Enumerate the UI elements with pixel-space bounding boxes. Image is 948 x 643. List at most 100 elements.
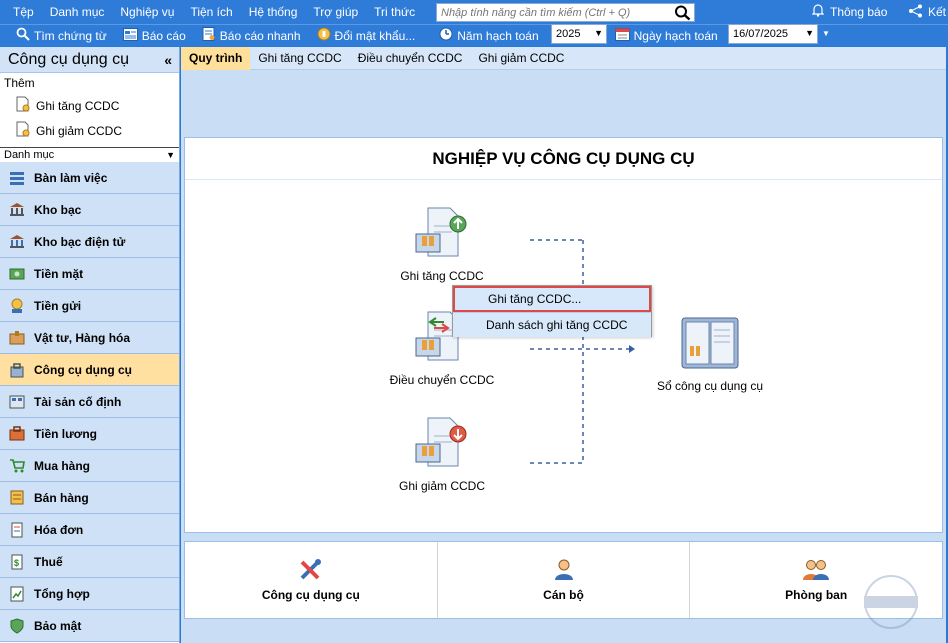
tab-transfer[interactable]: Điều chuyển CCDC bbox=[350, 47, 471, 70]
sidebar-item-tax[interactable]: $ Thuế bbox=[0, 546, 179, 578]
chevron-down-icon[interactable]: ▼ bbox=[805, 28, 814, 38]
bottom-panel: Công cụ dụng cụ Cán bộ Phòng ban bbox=[184, 541, 943, 619]
menu-operations[interactable]: Nghiệp vụ bbox=[112, 0, 182, 24]
sidebar-item-invoice[interactable]: Hóa đơn bbox=[0, 514, 179, 546]
menu-knowledge[interactable]: Tri thức bbox=[366, 0, 423, 24]
sidebar-item-goods[interactable]: Vật tư, Hàng hóa bbox=[0, 322, 179, 354]
sidebar-item-desk[interactable]: Bàn làm việc bbox=[0, 162, 179, 194]
report-icon bbox=[122, 27, 138, 44]
sidebar-item-e-treasury[interactable]: Kho bạc điện tử bbox=[0, 226, 179, 258]
context-menu: Ghi tăng CCDC... Danh sách ghi tăng CCDC bbox=[452, 285, 652, 337]
tools-crossed-icon bbox=[300, 559, 321, 580]
menu-category[interactable]: Danh mục bbox=[42, 0, 113, 24]
menu-file[interactable]: Tệp bbox=[0, 0, 42, 24]
sidebar-item-salary[interactable]: Tiền lương bbox=[0, 418, 179, 450]
posting-date-picker[interactable]: 16/07/2025 ▼ bbox=[728, 24, 818, 44]
find-voucher-button[interactable]: Tìm chứng từ bbox=[0, 25, 115, 47]
sidebar-item-summary[interactable]: Tổng hợp bbox=[0, 578, 179, 610]
menu-system[interactable]: Hệ thống bbox=[241, 0, 306, 24]
sidebar-item-treasury[interactable]: Kho bạc bbox=[0, 194, 179, 226]
quick-report-icon bbox=[202, 27, 216, 44]
workflow-node-label: Sổ công cụ dụng cụ bbox=[656, 379, 764, 393]
tab-increase[interactable]: Ghi tăng CCDC bbox=[250, 47, 349, 70]
shield-icon bbox=[8, 617, 26, 635]
sidebar-title: Công cụ dụng cụ bbox=[8, 50, 129, 68]
fixed-asset-icon bbox=[8, 393, 26, 411]
sidebar-item-cash[interactable]: Tiền mặt bbox=[0, 258, 179, 290]
sidebar-item-sales[interactable]: Bán hàng bbox=[0, 482, 179, 514]
change-password-button[interactable]: Đổi mật khẩu... bbox=[309, 25, 424, 47]
staff-category-button[interactable]: Cán bộ bbox=[438, 542, 691, 618]
new-document-icon bbox=[16, 96, 30, 115]
quick-report-button[interactable]: Báo cáo nhanh bbox=[194, 25, 309, 47]
tax-icon: $ bbox=[8, 553, 26, 571]
summary-icon bbox=[8, 585, 26, 603]
main-content: Quy trình Ghi tăng CCDC Điều chuyển CCDC… bbox=[181, 46, 946, 643]
sales-icon bbox=[8, 489, 26, 507]
sidebar-item-tools[interactable]: Công cụ dụng cụ bbox=[0, 354, 179, 386]
chevron-down-icon: ▼ bbox=[166, 150, 175, 160]
fiscal-year-select[interactable]: 2025 ▼ bbox=[551, 24, 607, 44]
menu-help[interactable]: Trợ giúp bbox=[305, 0, 366, 24]
connect-button[interactable]: Kết bbox=[908, 0, 946, 24]
sidebar-item-label: Hóa đơn bbox=[34, 522, 84, 537]
context-menu-increase-list[interactable]: Danh sách ghi tăng CCDC bbox=[453, 312, 651, 337]
workflow-node-ledger[interactable]: Sổ công cụ dụng cụ bbox=[650, 316, 770, 393]
increase-document-icon bbox=[415, 207, 467, 257]
sidebar-link-label: Ghi giảm CCDC bbox=[36, 123, 123, 138]
sidebar-item-label: Tiền gửi bbox=[34, 298, 82, 313]
sidebar: Công cụ dụng cụ « Thêm Ghi tăng CCDC Ghi… bbox=[0, 47, 180, 643]
cash-icon bbox=[8, 265, 26, 283]
tools-icon bbox=[8, 361, 26, 379]
fiscal-year-field: Năm hạch toán bbox=[431, 25, 546, 47]
report-button[interactable]: Báo cáo bbox=[115, 25, 194, 47]
goods-icon bbox=[8, 329, 26, 347]
menu-utilities[interactable]: Tiện ích bbox=[182, 0, 240, 24]
sidebar-item-label: Bàn làm việc bbox=[34, 170, 108, 185]
category-label: Danh mục bbox=[4, 149, 55, 161]
calendar-icon bbox=[614, 27, 630, 44]
sidebar-item-label: Kho bạc bbox=[34, 202, 82, 217]
sidebar-item-security[interactable]: Bảo mật bbox=[0, 610, 179, 642]
sidebar-item-label: Bán hàng bbox=[34, 490, 89, 505]
sidebar-item-label: Tài sản cố định bbox=[34, 394, 122, 409]
sidebar-item-label: Mua hàng bbox=[34, 458, 90, 473]
tab-process[interactable]: Quy trình bbox=[181, 46, 251, 70]
toolbar-overflow-icon[interactable]: ▼ bbox=[822, 29, 830, 38]
change-password-label: Đổi mật khẩu... bbox=[334, 28, 416, 43]
person-icon bbox=[554, 559, 573, 580]
collapse-sidebar-button[interactable]: « bbox=[164, 52, 172, 68]
feature-search-input[interactable] bbox=[437, 4, 673, 21]
tab-decrease[interactable]: Ghi giảm CCDC bbox=[470, 47, 572, 70]
workflow-node-increase[interactable]: Ghi tăng CCDC bbox=[382, 206, 502, 283]
key-icon bbox=[317, 27, 331, 44]
sidebar-item-purchase[interactable]: Mua hàng bbox=[0, 450, 179, 482]
category-dropdown[interactable]: Danh mục ▼ bbox=[0, 147, 179, 163]
e-treasury-icon bbox=[8, 233, 26, 251]
tools-category-button[interactable]: Công cụ dụng cụ bbox=[185, 542, 438, 618]
posting-date-label: Ngày hạch toán bbox=[633, 28, 718, 43]
share-icon bbox=[908, 4, 924, 21]
workflow-node-label: Ghi tăng CCDC bbox=[400, 269, 484, 283]
sidebar-item-fixed-assets[interactable]: Tài sản cố định bbox=[0, 386, 179, 418]
deposit-icon bbox=[8, 297, 26, 315]
salary-icon bbox=[8, 425, 26, 443]
sidebar-item-deposit[interactable]: Tiền gửi bbox=[0, 290, 179, 322]
bell-icon bbox=[811, 4, 825, 20]
workflow-node-decrease[interactable]: Ghi giảm CCDC bbox=[382, 416, 502, 493]
notification-button[interactable]: Thông báo bbox=[811, 0, 887, 24]
invoice-icon bbox=[8, 521, 26, 539]
sidebar-item-label: Tiền mặt bbox=[34, 266, 84, 281]
sidebar-link-increase[interactable]: Ghi tăng CCDC bbox=[0, 93, 179, 118]
chevron-down-icon[interactable]: ▼ bbox=[594, 28, 603, 38]
sidebar-item-label: Tiền lương bbox=[34, 426, 97, 441]
workflow-node-label: Ghi giảm CCDC bbox=[398, 479, 485, 493]
decrease-document-icon bbox=[415, 417, 467, 467]
purchase-icon bbox=[8, 457, 26, 475]
treasury-icon bbox=[8, 201, 26, 219]
sidebar-link-decrease[interactable]: Ghi giảm CCDC bbox=[0, 118, 179, 143]
context-menu-new-increase[interactable]: Ghi tăng CCDC... bbox=[453, 286, 651, 312]
search-icon[interactable] bbox=[674, 5, 692, 24]
department-category-label: Phòng ban bbox=[785, 588, 848, 602]
workflow-node-label: Điều chuyển CCDC bbox=[389, 373, 495, 387]
